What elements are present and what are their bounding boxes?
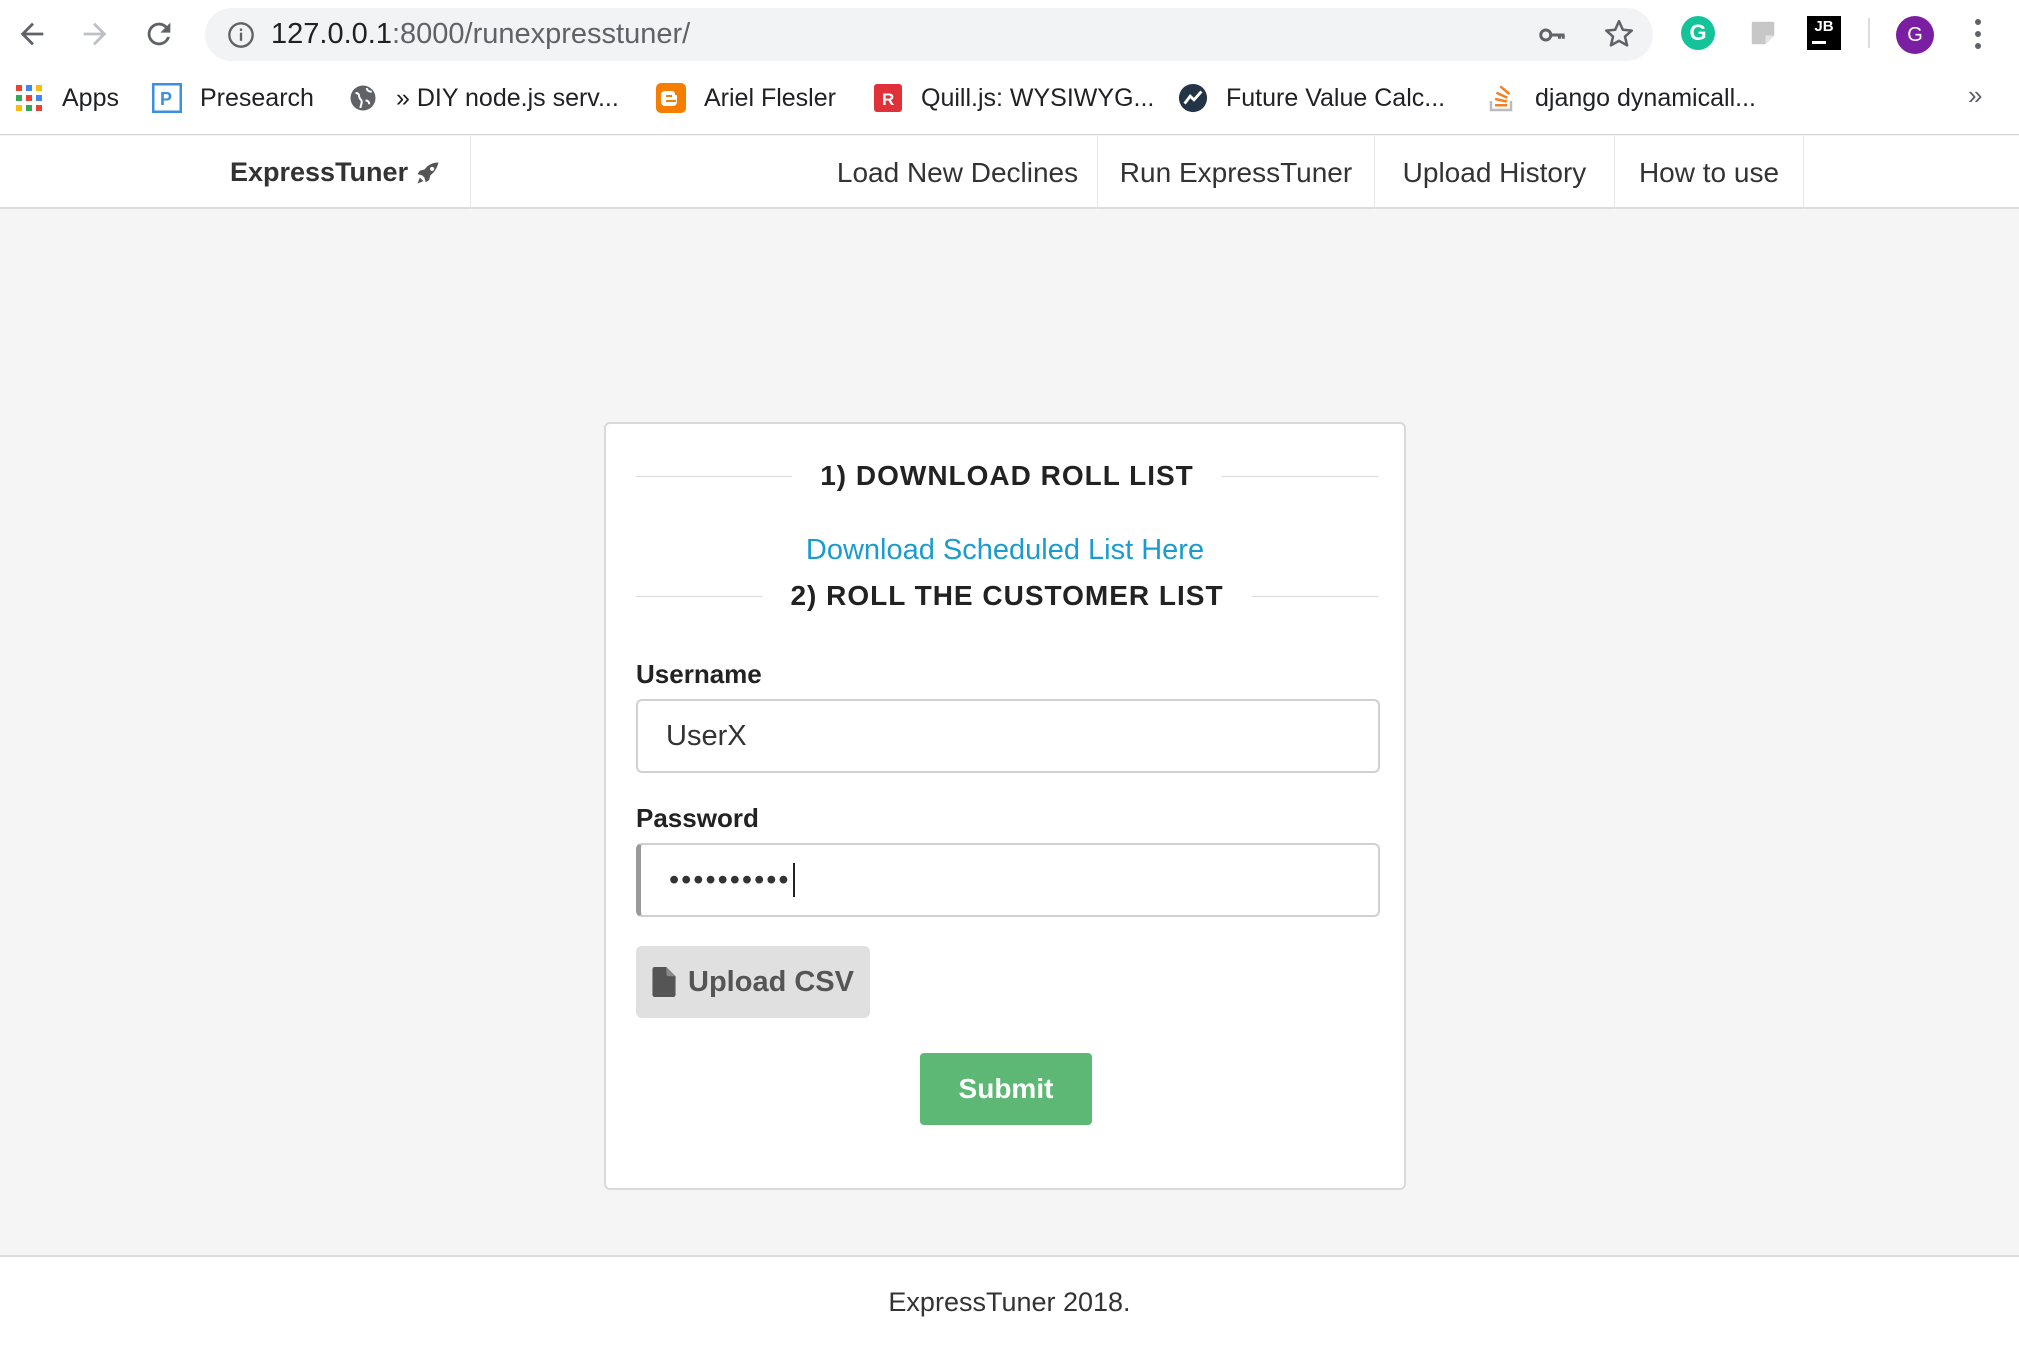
rocket-icon — [417, 162, 439, 183]
bookmark-label: Presearch — [200, 83, 314, 112]
bookmark-ariel-flesler[interactable]: Ariel Flesler — [656, 74, 836, 122]
kebab-menu-icon[interactable] — [1966, 16, 1990, 52]
brand-name: ExpressTuner — [230, 157, 409, 187]
bookmark-label: django dynamicall... — [1535, 83, 1756, 112]
back-button[interactable] — [8, 10, 56, 58]
apps-grid-icon — [14, 83, 44, 113]
clipper-extension-icon[interactable] — [1746, 16, 1780, 50]
page-footer: ExpressTuner 2018. — [0, 1255, 2019, 1348]
stackoverflow-icon — [1487, 83, 1517, 113]
bookmark-label: Future Value Calc... — [1226, 83, 1446, 112]
bookmarks-bar: Apps P Presearch » DIY node.js serv... A… — [0, 74, 2019, 122]
password-value: •••••••••• — [669, 863, 791, 896]
password-label: Password — [636, 803, 759, 833]
username-value: UserX — [666, 719, 747, 752]
toolbar-divider — [1868, 18, 1870, 48]
grammarly-extension-icon[interactable]: G — [1681, 16, 1715, 50]
nav-upload-history[interactable]: Upload History — [1375, 136, 1614, 209]
nav-load-new-declines[interactable]: Load New Declines — [818, 136, 1097, 209]
globe-icon — [348, 83, 378, 113]
username-label: Username — [636, 659, 762, 689]
app-navbar: ExpressTuner Load New Declines Run Expre… — [0, 136, 2019, 209]
divider-line — [1251, 595, 1378, 597]
blogger-icon — [656, 83, 686, 113]
browser-chrome: 127.0.0.1:8000/runexpresstuner/ G JB G A… — [0, 0, 2019, 135]
nav-how-to-use[interactable]: How to use — [1615, 136, 1803, 209]
roll-form-card: 1) DOWNLOAD ROLL LIST Download Scheduled… — [604, 422, 1406, 1190]
nav-run-expresstuner[interactable]: Run ExpressTuner — [1098, 136, 1374, 209]
file-icon — [652, 967, 676, 997]
upload-csv-label: Upload CSV — [688, 965, 854, 998]
address-bar[interactable]: 127.0.0.1:8000/runexpresstuner/ — [205, 8, 1653, 61]
bookmark-future-value[interactable]: Future Value Calc... — [1178, 74, 1445, 122]
svg-text:P: P — [160, 89, 172, 109]
profile-avatar[interactable]: G — [1896, 16, 1934, 54]
bookmark-label: Apps — [62, 83, 119, 112]
key-icon[interactable] — [1535, 20, 1569, 50]
bookmark-presearch[interactable]: P Presearch — [152, 74, 314, 122]
section-download-heading: 1) DOWNLOAD ROLL LIST — [636, 456, 1379, 496]
calculator-site-icon — [1178, 83, 1208, 113]
upload-csv-button[interactable]: Upload CSV — [636, 946, 870, 1018]
submit-button[interactable]: Submit — [920, 1053, 1092, 1125]
bookmark-label: Quill.js: WYSIWYG... — [921, 83, 1155, 112]
bookmark-label: Ariel Flesler — [704, 83, 836, 112]
bookmark-django[interactable]: django dynamicall... — [1487, 74, 1756, 122]
star-icon[interactable] — [1602, 17, 1636, 51]
info-icon[interactable] — [227, 21, 255, 49]
url-path: :8000/runexpresstuner/ — [391, 18, 691, 50]
divider-line — [636, 475, 793, 477]
download-scheduled-list-link[interactable]: Download Scheduled List Here — [606, 534, 1404, 567]
note-icon — [1751, 21, 1775, 45]
divider-line — [1221, 475, 1379, 477]
reload-icon — [147, 22, 171, 46]
bookmark-label: » DIY node.js serv... — [396, 83, 619, 112]
url-host: 127.0.0.1 — [271, 18, 392, 50]
section-title: 1) DOWNLOAD ROLL LIST — [820, 460, 1194, 491]
brand-link[interactable]: ExpressTuner — [230, 136, 470, 209]
footer-text: ExpressTuner 2018. — [888, 1287, 1131, 1317]
divider-line — [636, 595, 763, 597]
forward-button[interactable] — [71, 10, 119, 58]
section-title: 2) ROLL THE CUSTOMER LIST — [790, 580, 1224, 611]
presearch-icon: P — [152, 83, 182, 113]
bookmark-quill[interactable]: R Quill.js: WYSIWYG... — [873, 74, 1154, 122]
arrow-left-icon — [20, 22, 44, 46]
reload-button[interactable] — [135, 10, 183, 58]
nav-divider — [470, 136, 471, 209]
password-field[interactable]: •••••••••• — [636, 843, 1380, 917]
section-roll-heading: 2) ROLL THE CUSTOMER LIST — [636, 576, 1378, 616]
jetbrains-extension-icon[interactable]: JB — [1807, 16, 1841, 50]
nav-divider — [1803, 136, 1804, 209]
text-caret — [792, 863, 795, 897]
username-field[interactable]: UserX — [636, 699, 1380, 773]
url-text[interactable]: 127.0.0.1:8000/runexpresstuner/ — [271, 8, 690, 61]
bookmark-diy-node[interactable]: » DIY node.js serv... — [348, 74, 619, 122]
arrow-right-icon — [83, 22, 107, 46]
bookmark-apps[interactable]: Apps — [14, 74, 119, 122]
bookmarks-overflow-button[interactable]: » — [1968, 80, 1982, 111]
svg-text:R: R — [882, 90, 894, 109]
quill-icon: R — [873, 83, 903, 113]
